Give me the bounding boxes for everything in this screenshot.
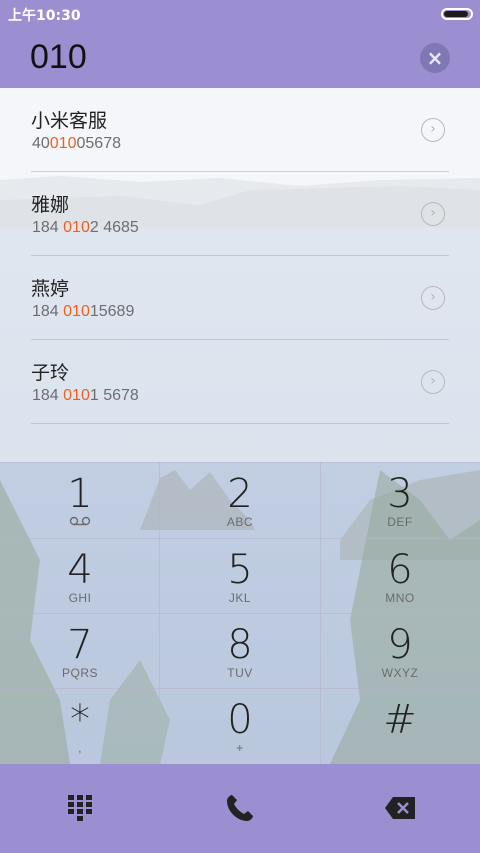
phone-call-icon[interactable] [220,790,260,826]
key-6[interactable]: 6 MNO [320,538,480,614]
chevron-right-icon[interactable]: › [421,286,445,310]
contact-number: 184 0102 4685 [32,219,139,236]
contact-name: 燕婷 [31,278,70,300]
contact-name: 小米客服 [31,110,108,132]
key-1[interactable]: 1 [0,462,160,538]
divider [31,423,449,424]
key-8[interactable]: 8 TUV [160,613,320,689]
contact-number: 4001005678 [32,135,121,152]
key-star[interactable]: * , [0,688,160,764]
clear-icon[interactable]: × [420,43,450,73]
contact-results-list: 小米客服 4001005678 › 雅娜 184 0102 4685 › 燕婷 … [0,88,480,462]
chevron-right-icon[interactable]: › [421,370,445,394]
contact-row[interactable]: 小米客服 4001005678 › [0,88,480,172]
contact-row[interactable]: 燕婷 184 01015689 › [0,256,480,340]
backspace-icon[interactable] [380,790,420,826]
chevron-right-icon[interactable]: › [421,118,445,142]
status-time: 上午10:30 [8,8,81,24]
number-match: 010 [63,219,90,236]
key-2[interactable]: 2 ABC [160,462,320,538]
key-5[interactable]: 5 JKL [160,538,320,614]
bottom-action-bar [0,764,480,853]
contact-row[interactable]: 雅娜 184 0102 4685 › [0,172,480,256]
number-match: 010 [49,135,77,152]
key-4[interactable]: 4 GHI [0,538,160,614]
voicemail-icon [0,515,160,529]
contact-name: 子玲 [31,362,70,384]
contact-number: 184 01015689 [32,303,135,320]
dial-input-bar: 010 × [0,28,480,88]
key-hash[interactable]: # [320,688,480,764]
key-0[interactable]: 0 + [160,688,320,764]
dialpad: 1 2 ABC 3 DEF 4 GHI 5 JKL 6 MNO 7 PQRS 8… [0,462,480,764]
key-3[interactable]: 3 DEF [320,462,480,538]
number-match: 010 [63,303,90,320]
dialed-number[interactable]: 010 [30,38,87,77]
contact-number: 184 0101 5678 [32,387,139,404]
status-bar: 上午10:30 [0,0,480,28]
dialpad-icon[interactable] [60,790,100,826]
contact-row[interactable]: 子玲 184 0101 5678 › [0,340,480,424]
number-match: 010 [63,387,90,404]
chevron-right-icon[interactable]: › [421,202,445,226]
key-9[interactable]: 9 WXYZ [320,613,480,689]
battery-icon [441,8,473,20]
contact-name: 雅娜 [31,194,70,216]
key-7[interactable]: 7 PQRS [0,613,160,689]
